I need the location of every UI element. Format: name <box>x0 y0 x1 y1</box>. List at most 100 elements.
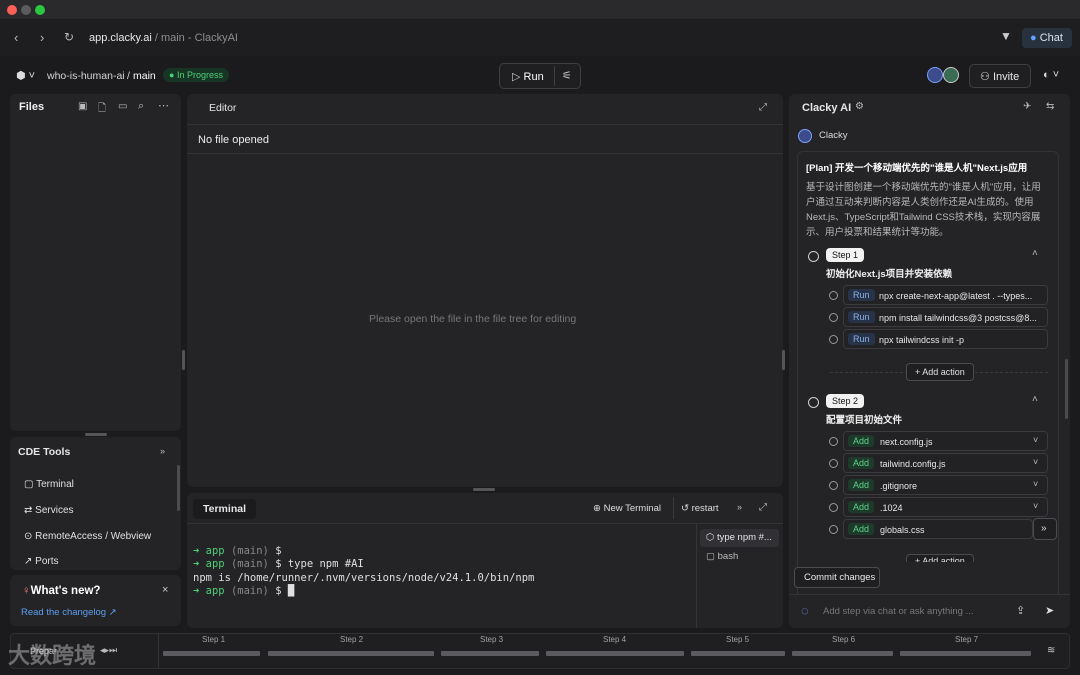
action-row[interactable]: Run npm install tailwindcss@3 postcss@8..… <box>843 307 1048 327</box>
chevron-down-icon[interactable]: ˅ <box>1033 435 1038 445</box>
step-checkbox[interactable] <box>808 397 819 408</box>
history-icon[interactable]: ⇆ <box>1046 101 1054 112</box>
project-name[interactable]: who-is-human-ai <box>47 70 125 82</box>
timeline-segment[interactable] <box>163 651 260 656</box>
maximize-window-button[interactable] <box>35 5 45 15</box>
scroll-down-button[interactable]: » <box>1033 518 1057 540</box>
timeline-segment[interactable] <box>546 651 684 656</box>
timeline-segment[interactable] <box>268 651 434 656</box>
action-checkbox[interactable] <box>829 335 838 344</box>
resize-handle[interactable] <box>85 433 107 436</box>
action-row[interactable]: Add .gitignore ˅ <box>843 475 1048 495</box>
new-terminal-button[interactable]: ⊕ New Terminal <box>593 503 661 514</box>
branch-separator: / <box>127 70 130 82</box>
chevron-down-icon[interactable]: ˅ <box>1033 457 1038 467</box>
tab-editor[interactable]: Editor <box>209 102 236 114</box>
action-checkbox[interactable] <box>829 313 838 322</box>
action-checkbox[interactable] <box>829 437 838 446</box>
close-icon[interactable]: × <box>162 584 168 596</box>
ai-model-icon[interactable]: ⚙ <box>855 101 864 112</box>
cde-item-ports[interactable]: ↗ Ports <box>24 556 59 567</box>
plan-title: [Plan] 开发一个移动端优先的"谁是人机"Next.js应用 <box>806 163 1028 174</box>
cde-item-services[interactable]: ⇄ Services <box>24 505 74 516</box>
divider <box>187 124 783 125</box>
invite-label: Invite <box>992 71 1020 83</box>
expand-icon[interactable]: ⤢ <box>759 502 767 513</box>
restart-button[interactable]: ↺ restart <box>681 503 719 514</box>
address-bar[interactable]: app.clacky.ai / main - ClackyAI <box>89 32 238 44</box>
step-checkbox[interactable] <box>808 251 819 262</box>
action-row[interactable]: Add globals.css <box>843 519 1033 539</box>
theme-toggle-icon[interactable]: ◐ ˅ <box>1043 69 1059 81</box>
action-row[interactable]: Add tailwind.config.js ˅ <box>843 453 1048 473</box>
forward-icon[interactable]: › <box>40 30 44 45</box>
invite-button[interactable]: ⚇ Invite <box>969 64 1031 88</box>
play-icon: ▷ <box>512 71 521 83</box>
chat-input[interactable]: Add step via chat or ask anything ... <box>823 606 974 617</box>
resize-handle[interactable] <box>782 350 785 370</box>
status-badge: ● In Progress <box>163 68 229 82</box>
divider <box>696 523 697 628</box>
terminal-line[interactable]: ➜ app (main) $ █ <box>193 585 294 597</box>
branch-name[interactable]: main <box>133 70 156 82</box>
action-checkbox[interactable] <box>829 525 838 534</box>
expand-icon[interactable]: ⤢ <box>759 102 767 113</box>
settings-sliders-icon[interactable]: ⚟ <box>562 69 572 82</box>
cde-item-remote-access[interactable]: ⊙ RemoteAccess / Webview <box>24 531 151 542</box>
timeline-segment[interactable] <box>691 651 785 656</box>
add-action-button[interactable]: + Add action <box>906 363 974 381</box>
changelog-link[interactable]: Read the changelog ↗ <box>21 607 117 618</box>
plan-description: 基于设计图创建一个移动端优先的"谁是人机"应用，让用户通过互动来判断内容是人类创… <box>806 182 1041 238</box>
action-checkbox[interactable] <box>829 459 838 468</box>
avatar[interactable] <box>927 67 943 83</box>
vee-extension-icon[interactable]: ▼ <box>1000 29 1012 43</box>
new-file-icon[interactable]: 🗋 <box>98 101 106 118</box>
terminal-session[interactable]: ▢ bash <box>706 551 738 562</box>
close-window-button[interactable] <box>7 5 17 15</box>
new-folder-icon[interactable]: ▭ <box>118 101 127 112</box>
timeline-segment[interactable] <box>441 651 539 656</box>
send-icon[interactable]: ➤ <box>1045 604 1054 617</box>
action-row[interactable]: Add .1024 ˅ <box>843 497 1048 517</box>
upload-icon[interactable]: ⇪ <box>1016 604 1025 617</box>
add-action-button[interactable]: + Add action <box>906 554 974 562</box>
action-row[interactable]: Run npx create-next-app@latest . --types.… <box>843 285 1048 305</box>
scrollbar[interactable] <box>1065 359 1068 419</box>
search-icon[interactable]: ⌕ <box>138 100 144 113</box>
back-icon[interactable]: ‹ <box>14 30 18 45</box>
tab-terminal[interactable]: Terminal <box>193 499 256 519</box>
collapse-chevron-icon[interactable]: » <box>737 502 742 512</box>
avatar[interactable] <box>943 67 959 83</box>
action-row[interactable]: Run npx tailwindcss init -p <box>843 329 1048 349</box>
action-checkbox[interactable] <box>829 503 838 512</box>
watermark: 大数跨境 <box>8 643 97 668</box>
terminal-session-active[interactable]: ⬡ type npm #... <box>700 529 779 547</box>
resize-handle[interactable] <box>473 488 495 491</box>
timeline-segment[interactable] <box>792 651 893 656</box>
rocket-icon[interactable]: ✈ <box>1023 101 1031 112</box>
divider <box>673 497 674 519</box>
collapse-up-icon[interactable]: ˄ <box>1032 394 1038 405</box>
chat-button[interactable]: ● Chat <box>1022 28 1072 48</box>
timeline-segment[interactable] <box>900 651 1031 656</box>
run-button[interactable]: ▷ Run <box>512 70 544 83</box>
timeline-expand-icon[interactable]: ≋ <box>1047 645 1055 656</box>
chevron-down-icon[interactable]: ˅ <box>1033 501 1038 511</box>
cde-item-terminal[interactable]: ▢ Terminal <box>24 479 74 490</box>
minimize-window-button[interactable] <box>21 5 31 15</box>
action-checkbox[interactable] <box>829 291 838 300</box>
action-checkbox[interactable] <box>829 481 838 490</box>
commit-changes-button[interactable]: Commit changes <box>794 567 880 588</box>
reload-icon[interactable]: ↻ <box>64 30 74 44</box>
logo-icon[interactable]: ⬢ ˅ <box>16 69 35 82</box>
agent-name: Clacky <box>819 130 848 141</box>
collapse-up-icon[interactable]: ˄ <box>1032 248 1038 259</box>
collapse-icon[interactable]: ▣ <box>78 101 87 112</box>
more-icon[interactable]: ⋯ <box>158 99 169 112</box>
action-row[interactable]: Add next.config.js ˅ <box>843 431 1048 451</box>
resize-handle[interactable] <box>182 350 185 370</box>
timeline-controls-icon[interactable]: ◂▸⏭ <box>100 645 117 656</box>
collapse-chevron-icon[interactable]: » <box>160 446 165 456</box>
scrollbar[interactable] <box>177 465 180 511</box>
chevron-down-icon[interactable]: ˅ <box>1033 479 1038 489</box>
